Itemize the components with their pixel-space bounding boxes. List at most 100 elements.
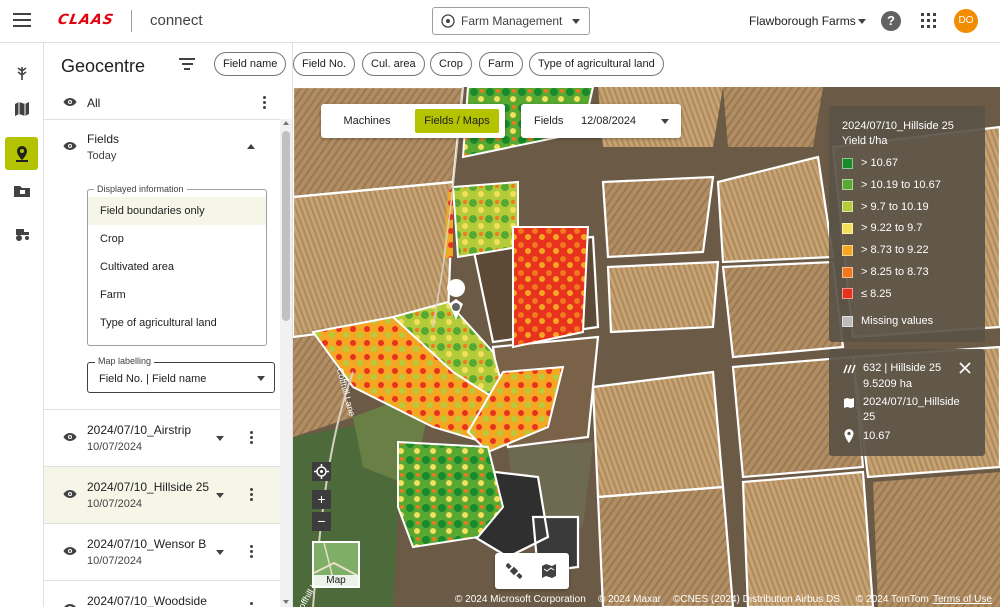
geocentre-panel: Geocentre All Fields Today Displayed inf…: [44, 43, 293, 607]
rail-item-machinery[interactable]: [5, 217, 38, 250]
crop-icon: [17, 66, 26, 80]
chevron-down-icon[interactable]: [216, 493, 224, 498]
avatar[interactable]: DO: [954, 9, 978, 33]
all-more-icon[interactable]: [263, 96, 267, 110]
chevron-down-icon[interactable]: [216, 436, 224, 441]
apps-grid-icon[interactable]: [921, 13, 936, 28]
location-pin-icon: [844, 429, 854, 443]
layer-row[interactable]: 2024/07/10_Airstrip 10/07/2024: [44, 410, 280, 466]
legend-swatch: [842, 315, 853, 327]
legend-swatch: [842, 266, 853, 278]
layer-more-icon[interactable]: [250, 431, 254, 445]
satellite-icon[interactable]: [506, 563, 522, 579]
tab-machines[interactable]: Machines: [329, 109, 405, 133]
layer-name: 2024/07/10_Wensor B: [87, 537, 207, 551]
fields-date-select[interactable]: Fields 12/08/2024: [521, 104, 681, 138]
eye-icon[interactable]: [63, 97, 77, 107]
chip-land-type[interactable]: Type of agricultural land: [529, 52, 664, 76]
rail-item-map[interactable]: [5, 92, 38, 125]
chip-field-name[interactable]: Field name: [214, 52, 287, 76]
legend-label: Missing values: [861, 315, 934, 327]
layer-row[interactable]: 2024/07/10_Hillside 25 10/07/2024: [44, 467, 280, 523]
field-info-card: 632 | Hillside 25 9.5209 ha 2024/07/10_H…: [829, 349, 985, 456]
chip-cul-area[interactable]: Cul. area: [362, 52, 425, 76]
info-area: 9.5209 ha: [863, 378, 912, 390]
layer-switcher: [495, 553, 569, 589]
left-rail: [0, 43, 44, 607]
map-attribution: © 2024 Microsoft Corporation © 2024 Maxa…: [455, 593, 1000, 607]
map-labelling-select[interactable]: Field No. | Field name: [87, 362, 275, 393]
zoom-in-button[interactable]: +: [312, 490, 331, 509]
rail-item-crops[interactable]: [5, 55, 38, 88]
layer-more-icon[interactable]: [250, 602, 254, 607]
option-cultivated-area[interactable]: Cultivated area: [88, 253, 266, 281]
farm-management-icon: [441, 14, 455, 28]
chevron-up-icon[interactable]: [247, 144, 255, 149]
machinery-icon: [15, 228, 29, 241]
close-icon[interactable]: [959, 362, 971, 374]
chevron-down-icon[interactable]: [216, 550, 224, 555]
chevron-down-icon: [257, 376, 265, 381]
menu-icon[interactable]: [13, 13, 31, 29]
legend-item: > 10.67: [842, 157, 898, 169]
legend-label: > 9.22 to 9.7: [861, 222, 923, 235]
location-pin-icon: [15, 145, 28, 162]
context-select[interactable]: Farm Management: [432, 7, 590, 35]
rail-item-documents[interactable]: [5, 174, 38, 207]
fields-label: Fields: [87, 132, 120, 146]
minimap-toggle[interactable]: Map: [312, 541, 360, 588]
option-crop[interactable]: Crop: [88, 225, 266, 253]
layer-date: 10/07/2024: [87, 555, 143, 567]
scroll-thumb[interactable]: [282, 131, 290, 321]
legend-label: > 8.25 to 8.73: [861, 266, 929, 278]
fields-date: 12/08/2024: [581, 115, 637, 127]
top-bar: CLAAS connect Farm Management Flawboroug…: [0, 0, 1000, 43]
terms-of-use-link[interactable]: Terms of Use: [933, 594, 992, 605]
option-farm[interactable]: Farm: [88, 281, 266, 309]
eye-icon[interactable]: [63, 141, 77, 151]
organization-chevron-icon[interactable]: [858, 19, 866, 24]
eye-icon[interactable]: [63, 546, 77, 556]
info-value: 10.67: [863, 430, 891, 442]
eye-icon[interactable]: [63, 489, 77, 499]
eye-icon[interactable]: [63, 432, 77, 442]
rail-item-geocentre[interactable]: [5, 137, 38, 170]
layer-name: 2024/07/10_Hillside 25: [87, 480, 210, 494]
brand-logo: CLAAS: [56, 12, 116, 28]
filter-icon[interactable]: [179, 58, 195, 72]
legend-item: > 10.19 to 10.67: [842, 179, 941, 191]
legend-swatch: [842, 157, 853, 169]
yield-icon: [843, 364, 856, 374]
chevron-down-icon: [572, 19, 580, 24]
chip-crop[interactable]: Crop: [430, 52, 472, 76]
help-icon[interactable]: ?: [881, 11, 901, 31]
scroll-up-icon[interactable]: [283, 121, 289, 125]
crosshair-icon: [314, 464, 329, 479]
panel-scrollbar[interactable]: [280, 119, 292, 607]
folder-icon: [13, 185, 30, 197]
yield-legend: 2024/07/10_Hillside 25 Yield t/ha > 10.6…: [829, 106, 985, 342]
map-layers-icon[interactable]: [541, 563, 557, 579]
layer-row[interactable]: 2024/07/10_Woodside: [44, 581, 280, 607]
chip-farm[interactable]: Farm: [479, 52, 523, 76]
option-field-boundaries[interactable]: Field boundaries only: [88, 197, 266, 225]
layer-more-icon[interactable]: [250, 545, 254, 559]
context-select-value: Farm Management: [461, 14, 563, 28]
layer-name: 2024/07/10_Airstrip: [87, 423, 192, 437]
option-land-type[interactable]: Type of agricultural land: [88, 309, 266, 337]
organization-name[interactable]: Flawborough Farms: [749, 14, 856, 28]
layer-more-icon[interactable]: [250, 488, 254, 502]
legend-title-line1: 2024/07/10_Hillside 25: [842, 120, 954, 132]
tab-fields-maps[interactable]: Fields / Maps: [415, 109, 499, 133]
legend-label: > 10.19 to 10.67: [861, 178, 941, 191]
map-labelling-value: Field No. | Field name: [99, 373, 207, 385]
all-label: All: [87, 96, 101, 110]
layer-row[interactable]: 2024/07/10_Wensor B 10/07/2024: [44, 524, 280, 580]
zoom-out-button[interactable]: −: [312, 512, 331, 531]
scroll-down-icon[interactable]: [283, 600, 289, 604]
eye-icon[interactable]: [63, 603, 77, 607]
info-layer-line2: 25: [863, 411, 876, 423]
chip-field-no[interactable]: Field No.: [293, 52, 356, 76]
locate-me-button[interactable]: [312, 462, 331, 481]
attribution-text: © 2024 Microsoft Corporation: [455, 594, 586, 605]
